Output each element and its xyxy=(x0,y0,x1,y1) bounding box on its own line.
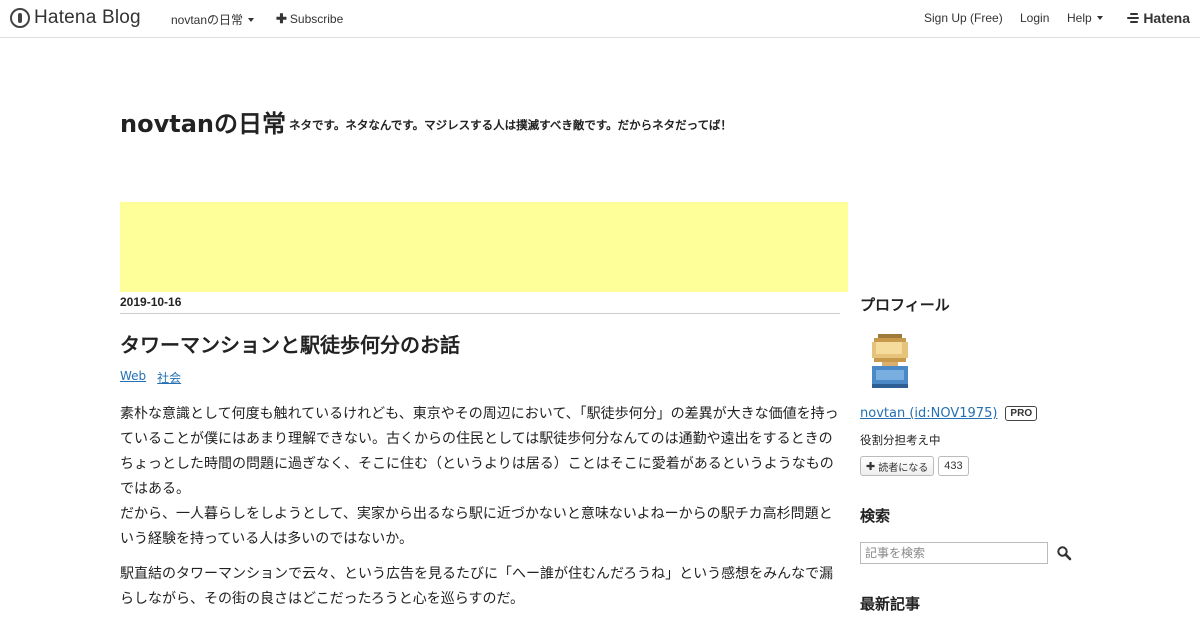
pro-badge: PRO xyxy=(1005,406,1038,421)
profile-description: 役割分担考え中 xyxy=(860,433,941,447)
entry-title[interactable]: タワーマンションと駅徒歩何分のお話 xyxy=(120,329,460,358)
blog-description: ネタです。ネタなんです。マジレスする人は撲滅すべき敵です。だからネタだってば！ xyxy=(289,118,732,132)
signup-link[interactable]: Sign Up (Free) xyxy=(924,11,1003,25)
subscribe-label: Subscribe xyxy=(289,12,344,26)
caret-down-icon xyxy=(1096,16,1103,20)
entry-paragraph: 素朴な意識として何度も触れているけれども、東京やその周辺において、「駅徒歩何分」… xyxy=(120,402,844,552)
entry-text: 素朴な意識として何度も触れているけれども、東京やその周辺において、「駅徒歩何分」… xyxy=(120,406,839,497)
search-input[interactable] xyxy=(860,542,1048,564)
search-button[interactable] xyxy=(1056,545,1072,561)
entry-categories: Web 社会 xyxy=(120,369,181,386)
global-header: Hatena Blog novtanの日常 ✚ Subscribe Sign U… xyxy=(0,0,1200,38)
plus-icon: ✚ xyxy=(276,11,287,26)
help-dropdown[interactable]: Help xyxy=(1067,11,1103,25)
signup-label: Sign Up (Free) xyxy=(924,11,1003,25)
ad-banner[interactable] xyxy=(120,202,848,292)
hatena-logo-icon xyxy=(1127,13,1140,23)
entry-date[interactable]: 2019-10-16 xyxy=(120,295,181,309)
login-link[interactable]: Login xyxy=(1020,11,1049,25)
reader-count: 433 xyxy=(938,456,969,476)
category-link[interactable]: 社会 xyxy=(157,369,181,386)
avatar[interactable] xyxy=(860,330,920,390)
subscribe-reader-button[interactable]: ✚ 読者になる xyxy=(860,456,935,476)
blog-menu-label: novtanの日常 xyxy=(171,13,244,27)
search-heading: 検索 xyxy=(860,507,891,525)
avatar-pixel-icon xyxy=(872,334,908,388)
reader-row: ✚ 読者になる 433 xyxy=(860,456,969,476)
entry-text: だから、一人暮らしをしようとして、実家から出るなら駅に近づかないと意味ないよねー… xyxy=(120,506,833,547)
category-link[interactable]: Web xyxy=(120,369,146,386)
hatena-blog-logo-icon xyxy=(10,8,30,28)
entry-paragraph: 駅直結のタワーマンションで云々、という広告を見るたびに「へー誰が住むんだろうね」… xyxy=(120,566,834,607)
profile-name-row: novtan (id:NOV1975) PRO xyxy=(860,406,1038,421)
recent-posts-heading: 最新記事 xyxy=(860,595,921,613)
blog-title[interactable]: novtanの日常 xyxy=(120,104,286,139)
blog-menu-dropdown[interactable]: novtanの日常 xyxy=(171,11,255,28)
reader-button-label: 読者になる xyxy=(878,462,929,474)
hatena-link[interactable]: Hatena xyxy=(1127,10,1190,26)
profile-name-link[interactable]: novtan (id:NOV1975) xyxy=(860,406,997,421)
entry-content: 素朴な意識として何度も触れているけれども、東京やその周辺において、「駅徒歩何分」… xyxy=(120,402,844,622)
login-label: Login xyxy=(1020,11,1050,25)
hatena-blog-logo[interactable]: Hatena Blog xyxy=(10,7,141,29)
search-icon xyxy=(1057,546,1072,561)
subscribe-button[interactable]: ✚ Subscribe xyxy=(276,11,343,27)
date-divider xyxy=(120,313,840,314)
profile-heading: プロフィール xyxy=(860,296,950,314)
caret-down-icon xyxy=(248,17,255,22)
plus-icon: ✚ xyxy=(866,459,876,473)
help-label: Help xyxy=(1067,11,1092,25)
hatena-label: Hatena xyxy=(1143,10,1190,26)
logo-text: Hatena Blog xyxy=(34,7,141,28)
